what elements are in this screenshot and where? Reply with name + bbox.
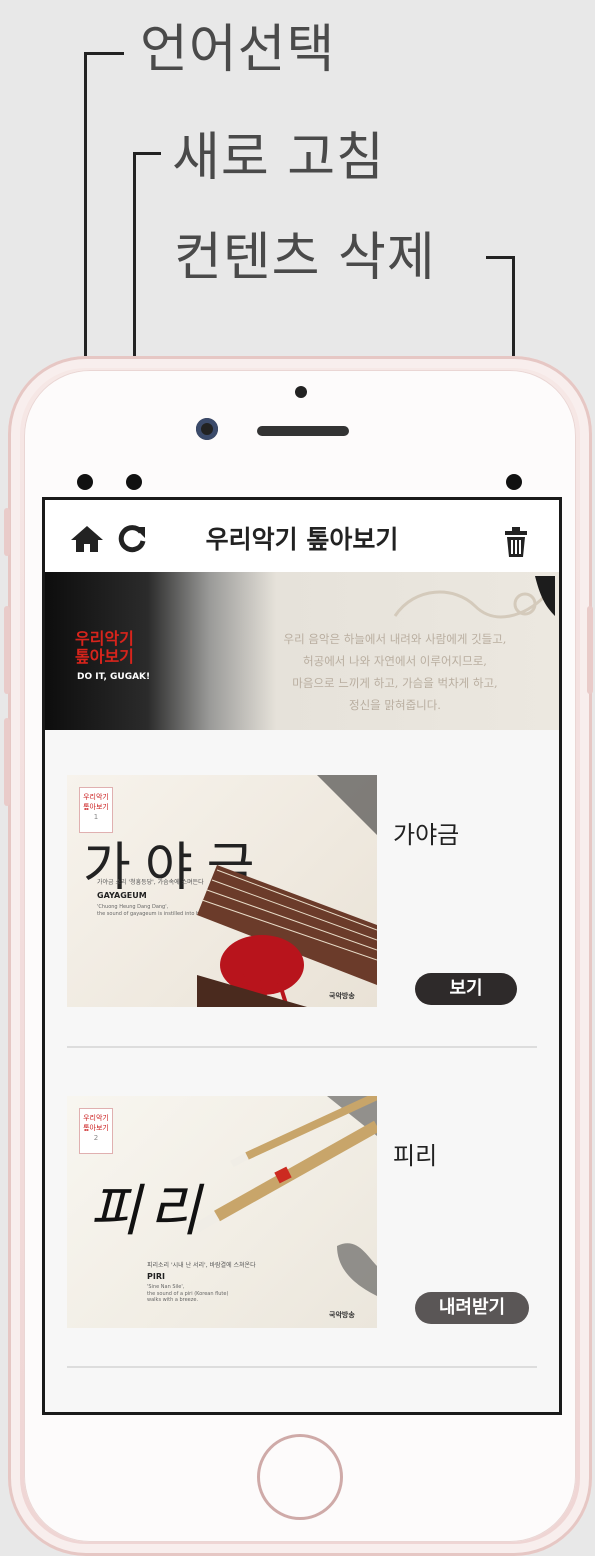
list-item-piri[interactable]: 우리악기 톺아보기 2 피리 피리소리 '시내 난 서리', 바람결에 스쳐온다 P… [67,1096,537,1356]
banner-text-line: 정신을 맑혀줍니다. [349,698,441,712]
mute-switch [4,508,10,556]
piri-thumb-title: PIRI [147,1272,165,1281]
callout-language: 언어선택 [140,20,336,80]
piri-thumb-en2: the sound of a piri (Korean flute) walks… [147,1291,229,1303]
app-screen: 우리악기 톺아보기 우리악기 톺아보기 DO IT, GUGAK! 우리 음악은… [42,497,562,1415]
callout-refresh: 새로 고침 [172,128,385,188]
item-name-piri: 피리 [393,1142,438,1170]
front-camera [196,418,218,440]
banner-logo: 우리악기 톺아보기 [75,630,134,666]
gayageum-instrument [197,775,377,1007]
download-button[interactable]: 내려받기 [415,1292,529,1324]
proximity-sensor [295,386,307,398]
banner-text: 우리 음악은 하늘에서 내려와 사람에게 깃들고, 허공에서 나와 자연에서 이… [265,628,525,716]
leader-language-h [84,52,124,55]
trash-icon[interactable] [501,526,531,558]
banner-logo-line1: 우리악기 [75,629,134,648]
app-bar: 우리악기 톺아보기 [45,500,559,572]
callout-dot-delete [506,474,522,490]
gayageum-thumbnail: 우리악기 톺아보기 1 가야금 가야금 소리 '청흥등당', 가슴속에 스며든다 G… [67,775,377,1007]
piri-thumb-en: 'Sine Nan Sile', [147,1284,185,1290]
banner-logo-sub: DO IT, GUGAK! [77,672,151,682]
cloud-pattern [393,576,555,619]
banner-logo-line2: 톺아보기 [75,647,134,666]
piri-thumbnail: 우리악기 톺아보기 2 피리 피리소리 '시내 난 서리', 바람결에 스쳐온다 P… [67,1096,377,1328]
home-button[interactable] [257,1434,343,1520]
callout-dot-language [77,474,93,490]
leader-refresh-h [133,152,161,155]
banner-text-line: 우리 음악은 하늘에서 내려와 사람에게 깃들고, [283,632,507,646]
item-divider [67,1046,537,1048]
banner-text-line: 마음으로 느끼게 하고, 가슴을 벅차게 하고, [292,676,498,690]
broadcaster-logo: 국악방송 [329,992,355,1000]
broadcaster-logo: 국악방송 [329,1311,355,1319]
item-divider [67,1366,537,1368]
callout-dot-refresh [126,474,142,490]
earpiece-speaker [257,426,349,436]
piri-caption: 피리소리 '시내 난 서리', 바람결에 스쳐온다 [147,1262,256,1269]
view-button[interactable]: 보기 [415,973,517,1005]
power-button [587,606,593,694]
volume-up-button [4,606,10,694]
item-name-gayageum: 가야금 [393,821,460,849]
volume-down-button [4,718,10,806]
piri-calligraphy: 피리 [89,1179,209,1244]
list-item-gayageum[interactable]: 우리악기 톺아보기 1 가야금 가야금 소리 '청흥등당', 가슴속에 스며든다 G… [67,775,537,1035]
callout-delete: 컨텐츠 삭제 [174,228,436,288]
app-title: 우리악기 톺아보기 [205,525,399,554]
leader-delete-h [486,256,514,259]
intro-banner: 우리악기 톺아보기 DO IT, GUGAK! 우리 음악은 하늘에서 내려와 … [45,572,559,730]
banner-text-line: 허공에서 나와 자연에서 이루어지므로, [303,654,487,668]
